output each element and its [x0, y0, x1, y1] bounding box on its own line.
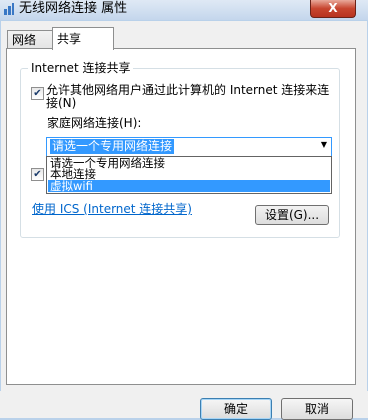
home-network-label: 家庭网络连接(H): — [47, 116, 142, 130]
checkmark-icon: ✔ — [33, 169, 42, 180]
allow-control-checkbox[interactable]: ✔ — [31, 168, 44, 181]
home-network-dropdown-list: 请选一个专用网络连接 本地连接 虚拟wifi — [46, 156, 332, 194]
tab-sharing[interactable]: 共享 — [52, 27, 114, 50]
close-button[interactable]: X — [310, 0, 356, 18]
checkmark-icon: ✔ — [33, 88, 42, 99]
ok-button[interactable]: 确定 — [200, 398, 272, 420]
chevron-down-icon[interactable]: ▼ — [321, 140, 327, 149]
ics-help-link[interactable]: 使用 ICS (Internet 连接共享) — [32, 202, 192, 216]
dropdown-option-highlighted[interactable]: 虚拟wifi — [48, 180, 330, 192]
cancel-button[interactable]: 取消 — [281, 398, 353, 420]
window-title: 无线网络连接 属性 — [19, 1, 128, 16]
settings-button[interactable]: 设置(G)... — [255, 205, 329, 225]
tab-network[interactable]: 网络 — [7, 30, 54, 50]
ics-group-title: Internet 连接共享 — [28, 60, 134, 76]
allow-sharing-checkbox[interactable]: ✔ — [31, 87, 44, 100]
network-icon — [4, 3, 14, 15]
allow-sharing-label[interactable]: 允许其他网络用户通过此计算机的 Internet 连接来连接(N) — [46, 84, 336, 110]
combo-selected-value: 请选一个专用网络连接 — [50, 139, 175, 154]
home-network-combobox[interactable]: 请选一个专用网络连接 ▼ — [46, 137, 332, 158]
